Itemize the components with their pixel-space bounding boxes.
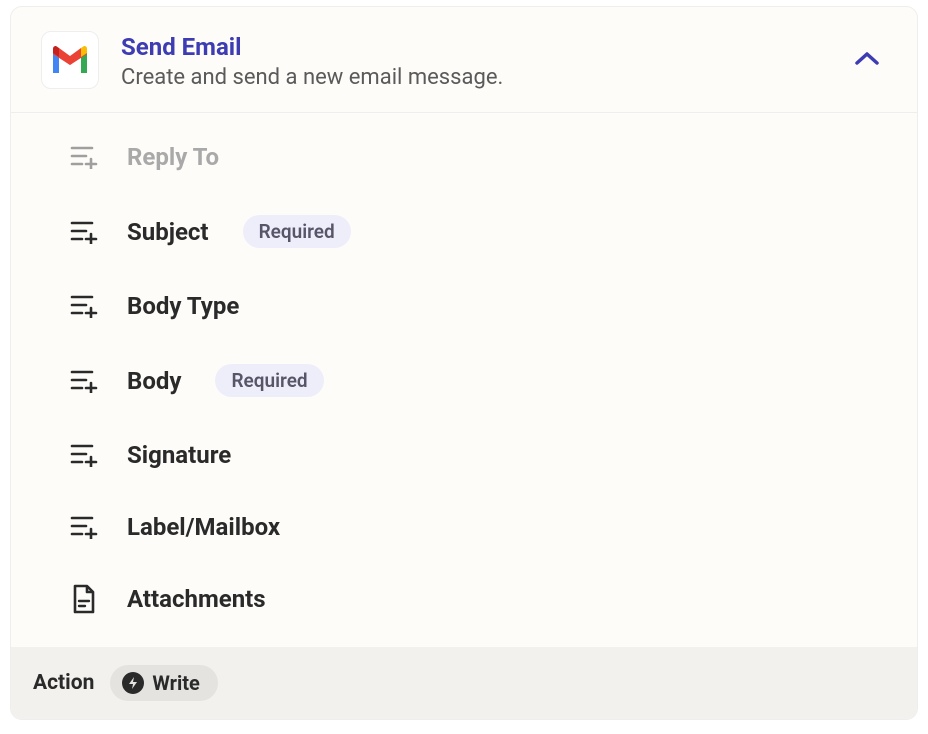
field-signature[interactable]: Signature <box>69 419 887 491</box>
add-field-icon <box>69 219 99 245</box>
collapse-button[interactable] <box>847 39 887 79</box>
add-field-icon <box>69 144 99 170</box>
action-label: Action <box>33 671 94 695</box>
add-field-icon <box>69 368 99 394</box>
field-label: Attachments <box>127 585 266 613</box>
field-body-type[interactable]: Body Type <box>69 270 887 342</box>
card-subtitle: Create and send a new email message. <box>121 65 847 90</box>
add-field-icon <box>69 293 99 319</box>
header-text: Send Email Create and send a new email m… <box>121 31 847 90</box>
gmail-icon <box>41 31 99 89</box>
field-label-mailbox[interactable]: Label/Mailbox <box>69 491 887 563</box>
field-attachments[interactable]: Attachments <box>69 563 887 635</box>
add-field-icon <box>69 442 99 468</box>
field-reply-to[interactable]: Reply To <box>69 121 887 193</box>
write-label: Write <box>152 671 199 695</box>
attachment-icon <box>69 586 99 612</box>
field-label: Reply To <box>127 143 219 171</box>
bolt-icon <box>122 672 144 694</box>
write-pill[interactable]: Write <box>110 665 217 701</box>
field-body[interactable]: Body Required <box>69 342 887 419</box>
chevron-up-icon <box>854 51 880 67</box>
field-label: Label/Mailbox <box>127 513 280 541</box>
required-badge: Required <box>243 215 351 248</box>
field-label: Signature <box>127 441 231 469</box>
fields-list: Reply To Subject Required Body Type Body… <box>11 113 917 647</box>
field-label: Body Type <box>127 292 239 320</box>
card-header: Send Email Create and send a new email m… <box>11 7 917 113</box>
card-title: Send Email <box>121 33 847 61</box>
field-subject[interactable]: Subject Required <box>69 193 887 270</box>
field-label: Body <box>127 367 181 395</box>
required-badge: Required <box>215 364 323 397</box>
card-footer: Action Write <box>11 647 917 719</box>
field-label: Subject <box>127 218 209 246</box>
add-field-icon <box>69 514 99 540</box>
action-card: Send Email Create and send a new email m… <box>10 6 918 720</box>
